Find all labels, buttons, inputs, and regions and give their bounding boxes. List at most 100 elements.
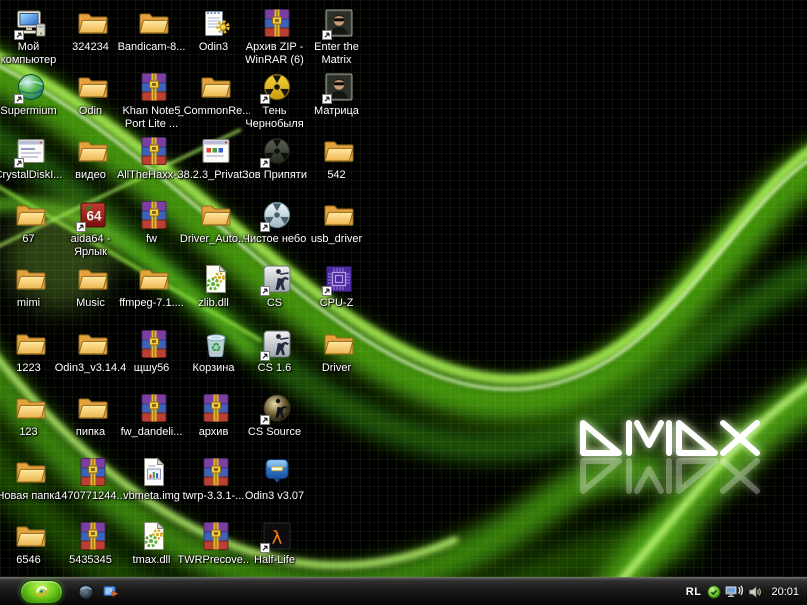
desktop-icon[interactable]: fw [123, 199, 185, 246]
radiation-yellow-icon [261, 71, 293, 103]
desktop-icon[interactable]: 1223 [0, 328, 62, 375]
folder-icon [77, 328, 109, 360]
desktop-icon[interactable]: Архив ZIP - WinRAR (6) [246, 7, 308, 66]
desktop-icon[interactable]: Bandicam-8... [123, 7, 185, 54]
winrar-archive-icon [200, 392, 232, 424]
winrar-archive-icon [138, 392, 170, 424]
matrix-photo-icon [323, 7, 355, 39]
img-file-icon [138, 456, 170, 488]
half-life-icon: λ [261, 520, 293, 552]
desktop-icon[interactable]: CPU-Z [308, 263, 370, 310]
icon-label: 542 [301, 169, 373, 182]
desktop-icon[interactable]: CrystalDiskI... [0, 135, 62, 182]
winrar-archive-icon [200, 456, 232, 488]
radiation-dark-icon [261, 135, 293, 167]
desktop-icon[interactable]: Odin3 v3.07 [246, 456, 308, 503]
folder-icon [77, 135, 109, 167]
tray-icons [707, 585, 762, 599]
desktop[interactable]: Мой компьютер 324234 Bandicam-8... Odin3… [0, 0, 807, 577]
folder-icon [323, 328, 355, 360]
svg-text:64: 64 [86, 209, 102, 224]
desktop-icon[interactable]: 123 [0, 392, 62, 439]
desktop-icon[interactable]: Новая папка [0, 456, 62, 503]
network-icon[interactable] [725, 585, 744, 599]
winrar-archive-icon [138, 328, 170, 360]
folder-icon [200, 199, 232, 231]
folder-icon [200, 71, 232, 103]
svg-text:♻: ♻ [211, 341, 222, 355]
desktop-icon[interactable]: AllTheHaxx-... [123, 135, 185, 182]
icon-label: CPU-Z [301, 297, 373, 310]
radiation-light-icon [261, 199, 293, 231]
desktop-icon[interactable]: usb_driver [308, 199, 370, 246]
desktop-icon[interactable]: CS [246, 263, 308, 310]
folder-icon [77, 71, 109, 103]
desktop-icon[interactable]: щшу56 [123, 328, 185, 375]
clock[interactable]: 20:01 [771, 586, 799, 598]
cs-app-icon [261, 328, 293, 360]
amax-logo [573, 416, 769, 518]
cpu-z-icon [323, 263, 355, 295]
desktop-icon[interactable]: fw_dandeli... [123, 392, 185, 439]
app-window-icon [15, 135, 47, 167]
folder-icon [77, 7, 109, 39]
desktop-icon[interactable]: Supermium [0, 71, 62, 118]
folder-icon [15, 263, 47, 295]
desktop-icon[interactable]: Чистое небо [246, 199, 308, 246]
desktop-icon[interactable]: Мой компьютер [0, 7, 62, 66]
folder-icon [15, 520, 47, 552]
desktop-icon[interactable]: Матрица [308, 71, 370, 118]
desktop-icon[interactable]: vbmeta.img [123, 456, 185, 503]
aida64-icon: 64 [77, 199, 109, 231]
quick-launch [78, 584, 119, 600]
folder-icon [77, 263, 109, 295]
svg-text:λ: λ [272, 528, 283, 549]
desktop-icon[interactable]: tmax.dll [123, 520, 185, 567]
icon-label: Half-Life [239, 554, 311, 567]
desktop-icon[interactable]: Enter the Matrix [308, 7, 370, 66]
winrar-archive-icon [261, 7, 293, 39]
desktop-icon[interactable]: ffmpeg-7.1.... [123, 263, 185, 310]
desktop-icon[interactable]: λ Half-Life [246, 520, 308, 567]
winrar-archive-icon [77, 456, 109, 488]
browser-icon[interactable] [78, 584, 94, 600]
desktop-icon[interactable]: CS 1.6 [246, 328, 308, 375]
winrar-archive-icon [200, 520, 232, 552]
volume-icon[interactable] [748, 585, 762, 599]
desktop-icon[interactable]: Зов Припяти [246, 135, 308, 182]
icon-label: CS Source [239, 426, 311, 439]
my-computer-icon [15, 7, 47, 39]
folder-icon [138, 7, 170, 39]
language-indicator[interactable]: RL [686, 586, 702, 598]
update-icon[interactable] [707, 585, 721, 599]
start-button[interactable] [20, 580, 63, 604]
icon-label: Матрица [301, 105, 373, 118]
folder-icon [15, 392, 47, 424]
system-tray: RL 20:01 [686, 585, 807, 599]
desktop-icon[interactable]: Khan Note5 Port Lite ... [123, 71, 185, 130]
winrar-archive-icon [77, 520, 109, 552]
folder-icon [138, 263, 170, 295]
folder-icon [15, 199, 47, 231]
desktop-icon[interactable]: 6546 [0, 520, 62, 567]
desktop-icon[interactable]: 64 aida64 - Ярлык [62, 199, 124, 258]
odin-flash-icon [261, 456, 293, 488]
folder-icon [15, 456, 47, 488]
folder-icon [77, 392, 109, 424]
desktop-icon[interactable]: CS Source [246, 392, 308, 439]
icon-label: Driver [301, 362, 373, 375]
desktop-icon[interactable]: 542 [308, 135, 370, 182]
desktop-icon[interactable]: mimi [0, 263, 62, 310]
taskbar: RL 20:01 [0, 577, 807, 605]
icon-label: Enter the Matrix [301, 41, 373, 66]
desktop-icon[interactable]: Тень Чернобыля [246, 71, 308, 130]
mail-icon[interactable] [103, 584, 119, 600]
desktop-icon[interactable]: Driver [308, 328, 370, 375]
desktop-icon[interactable]: 67 [0, 199, 62, 246]
notepad-app-icon [200, 7, 232, 39]
recycle-bin-icon: ♻ [200, 328, 232, 360]
folder-icon [15, 328, 47, 360]
globe-browser-icon [15, 71, 47, 103]
icon-label: usb_driver [301, 233, 373, 246]
matrix-photo-icon [323, 71, 355, 103]
